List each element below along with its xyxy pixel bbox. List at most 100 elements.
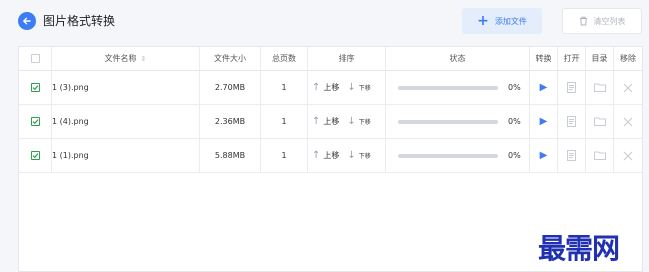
row-select[interactable]: [19, 139, 52, 172]
column-filename-label: 文件名称: [104, 54, 137, 63]
close-icon: [623, 117, 633, 126]
column-open-label: 打开: [563, 54, 580, 63]
move-down-button[interactable]: ↓ 下移: [347, 82, 370, 93]
row-checkbox[interactable]: [30, 151, 40, 160]
table-header: 文件名称 ⇕ 文件大小 总页数 排序 状态 转换 打开 目录 移除: [19, 47, 642, 71]
row-checkbox[interactable]: [30, 83, 40, 92]
filename-cell: 1 (3).png: [52, 71, 200, 104]
clear-list-button[interactable]: 清空列表: [562, 8, 642, 34]
file-size: 2.70MB: [214, 83, 246, 92]
open-folder-button[interactable]: [586, 71, 614, 104]
remove-button[interactable]: [614, 139, 642, 172]
table-row: 1 (4).png 2.36MB 1 ↑ 上移 ↓ 下移 0% ▶: [19, 105, 642, 139]
column-pages-label: 总页数: [272, 54, 296, 63]
column-filename[interactable]: 文件名称 ⇕: [52, 47, 200, 70]
play-icon: ▶: [539, 116, 548, 127]
remove-button[interactable]: [614, 105, 642, 138]
arrow-up-icon: ↑: [312, 116, 321, 127]
open-file-button[interactable]: [558, 139, 586, 172]
size-cell: 2.70MB: [200, 71, 261, 104]
arrow-down-icon: ↓: [347, 150, 356, 161]
column-remove: 移除: [614, 47, 642, 70]
add-file-label: 添加文件: [494, 16, 527, 26]
column-convert: 转换: [530, 47, 558, 70]
folder-icon: [593, 83, 606, 92]
check-icon: [32, 85, 38, 91]
folder-icon: [593, 151, 606, 160]
move-up-button[interactable]: ↑ 上移: [312, 116, 339, 127]
status-cell: 0%: [386, 105, 530, 138]
column-folder-label: 目录: [591, 54, 608, 63]
arrow-up-icon: ↑: [312, 150, 321, 161]
page-count: 1: [281, 83, 287, 92]
column-status: 状态: [386, 47, 530, 70]
row-select[interactable]: [19, 105, 52, 138]
page-count: 1: [281, 117, 287, 126]
watermark: 最需网: [538, 232, 620, 265]
table-row: 1 (3).png 2.70MB 1 ↑ 上移 ↓ 下移 0% ▶: [19, 71, 642, 105]
close-icon: [623, 151, 633, 160]
pages-cell: 1: [261, 105, 308, 138]
pages-cell: 1: [261, 139, 308, 172]
back-arrow-icon: [23, 17, 31, 25]
progress-bar: [398, 85, 498, 90]
select-all-checkbox[interactable]: [30, 54, 40, 63]
folder-icon: [593, 117, 606, 126]
column-status-label: 状态: [449, 54, 466, 63]
progress-percent: 0%: [508, 117, 521, 126]
column-open: 打开: [558, 47, 586, 70]
move-up-button[interactable]: ↑ 上移: [312, 150, 339, 161]
header: 图片格式转换 + 添加文件 清空列表: [0, 0, 649, 44]
column-convert-label: 转换: [535, 54, 552, 63]
move-up-label: 上移: [323, 117, 340, 126]
move-up-button[interactable]: ↑ 上移: [312, 82, 339, 93]
row-checkbox[interactable]: [30, 117, 40, 126]
move-down-button[interactable]: ↓ 下移: [347, 116, 370, 127]
filename: 1 (4).png: [52, 117, 89, 126]
row-select[interactable]: [19, 71, 52, 104]
convert-button[interactable]: ▶: [530, 71, 558, 104]
convert-button[interactable]: ▶: [530, 105, 558, 138]
filename: 1 (3).png: [52, 83, 89, 92]
move-down-label: 下移: [358, 85, 371, 92]
file-size: 2.36MB: [214, 117, 246, 126]
page-count: 1: [281, 151, 287, 160]
status-cell: 0%: [386, 71, 530, 104]
column-pages: 总页数: [261, 47, 308, 70]
sort-caret-icon[interactable]: ⇕: [141, 55, 147, 63]
column-sort-label: 排序: [338, 54, 355, 63]
page-title: 图片格式转换: [43, 14, 116, 28]
clear-list-label: 清空列表: [593, 16, 626, 26]
convert-button[interactable]: ▶: [530, 139, 558, 172]
move-down-button[interactable]: ↓ 下移: [347, 150, 370, 161]
filename-cell: 1 (1).png: [52, 139, 200, 172]
size-cell: 2.36MB: [200, 105, 261, 138]
plus-icon: +: [477, 13, 489, 29]
size-cell: 5.88MB: [200, 139, 261, 172]
move-down-label: 下移: [358, 153, 371, 160]
open-file-button[interactable]: [558, 105, 586, 138]
open-folder-button[interactable]: [586, 105, 614, 138]
column-sort: 排序: [308, 47, 386, 70]
play-icon: ▶: [539, 150, 548, 161]
check-icon: [32, 119, 38, 125]
close-icon: [623, 83, 633, 92]
header-select-all[interactable]: [19, 47, 52, 70]
arrow-down-icon: ↓: [347, 82, 356, 93]
document-icon: [567, 150, 576, 161]
back-button[interactable]: [18, 12, 36, 30]
move-up-label: 上移: [323, 151, 340, 160]
file-size: 5.88MB: [214, 151, 246, 160]
remove-button[interactable]: [614, 71, 642, 104]
play-icon: ▶: [539, 82, 548, 93]
open-file-button[interactable]: [558, 71, 586, 104]
sort-cell: ↑ 上移 ↓ 下移: [308, 105, 386, 138]
move-up-label: 上移: [323, 83, 340, 92]
filename: 1 (1).png: [52, 151, 89, 160]
table-row: 1 (1).png 5.88MB 1 ↑ 上移 ↓ 下移 0% ▶: [19, 139, 642, 173]
open-folder-button[interactable]: [586, 139, 614, 172]
add-file-button[interactable]: + 添加文件: [462, 8, 542, 34]
sort-cell: ↑ 上移 ↓ 下移: [308, 139, 386, 172]
status-cell: 0%: [386, 139, 530, 172]
pages-cell: 1: [261, 71, 308, 104]
